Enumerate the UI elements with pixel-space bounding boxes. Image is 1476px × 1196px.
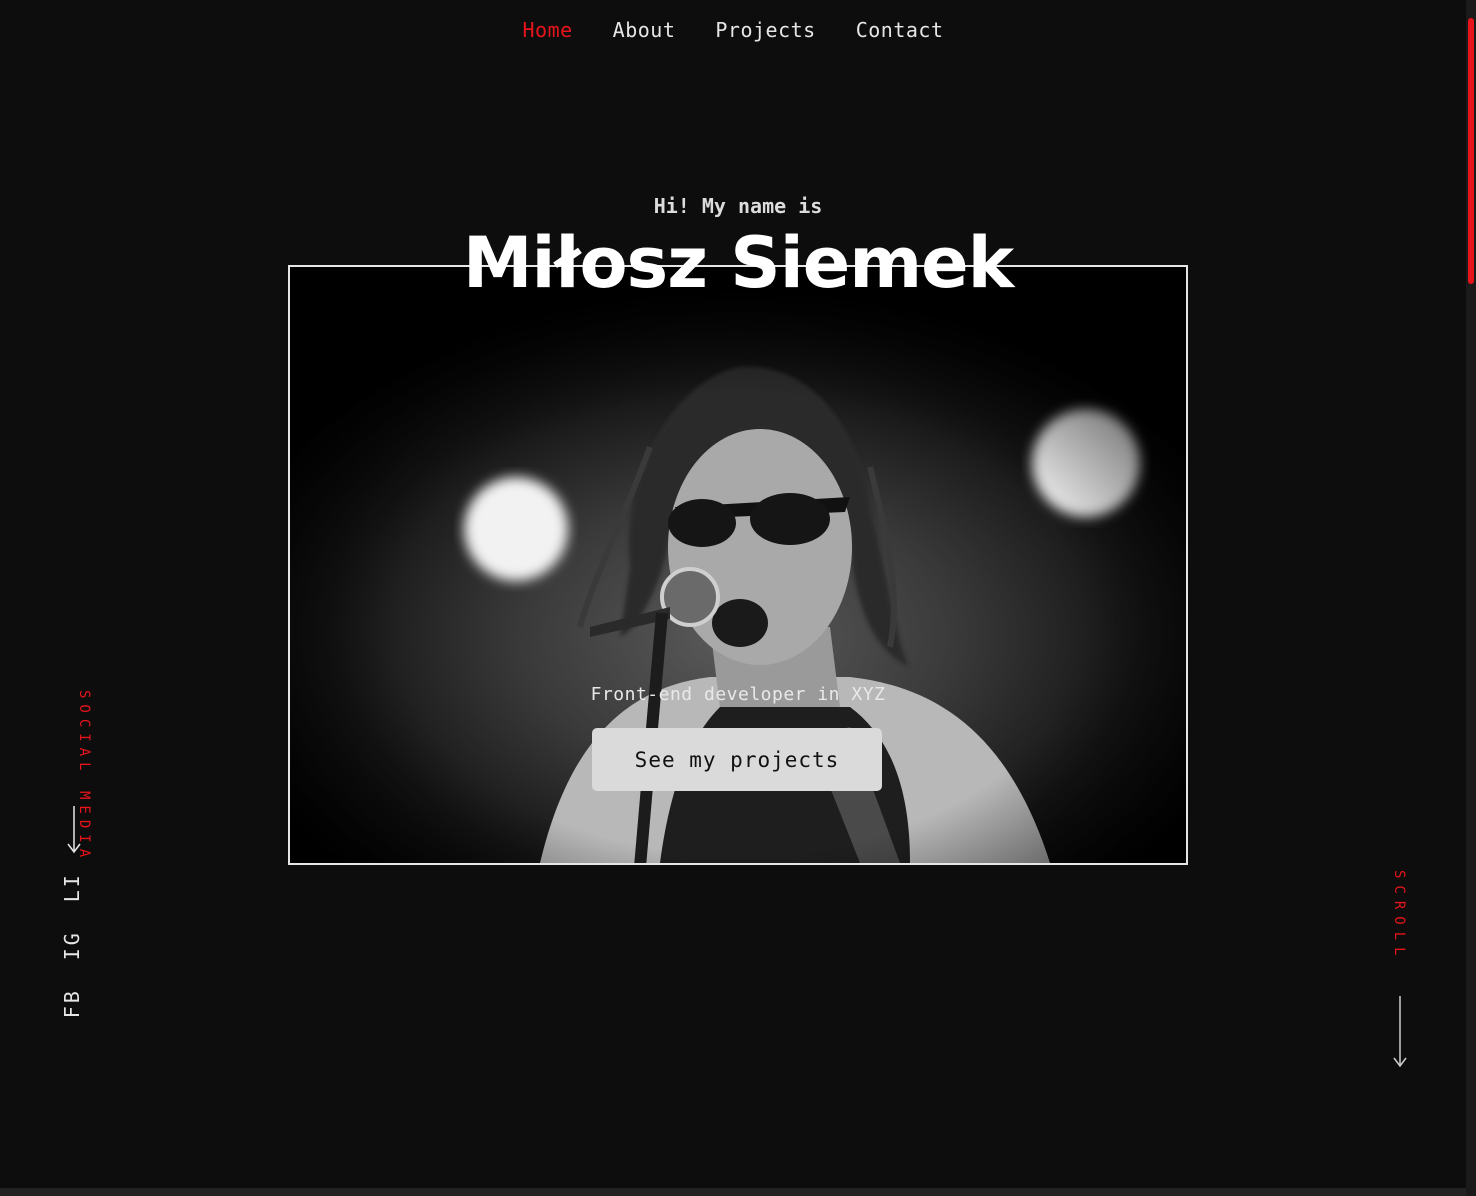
see-projects-button[interactable]: See my projects [592, 728, 882, 791]
nav-home-link[interactable]: Home [522, 18, 572, 42]
social-link-ig[interactable]: IG [60, 930, 84, 960]
hero-greeting: Hi! My name is [653, 194, 823, 218]
social-media-label: SOCIAL MEDIA [76, 690, 92, 864]
hero-name: Miłosz Siemek [462, 222, 1014, 304]
nav-projects-link[interactable]: Projects [715, 18, 815, 42]
scroll-label: SCROLL [1391, 870, 1407, 963]
social-links: FB IG LI [60, 872, 84, 1018]
page: Home About Projects Contact Hi! My name … [0, 0, 1476, 1196]
nav-about-link[interactable]: About [613, 18, 676, 42]
horizontal-scrollbar[interactable] [0, 1188, 1466, 1196]
social-link-li[interactable]: LI [60, 872, 84, 902]
social-link-fb[interactable]: FB [60, 988, 84, 1018]
hero-tagline: Front-end developer in XYZ [590, 684, 886, 705]
scroll-arrow-down-icon[interactable] [1392, 996, 1408, 1068]
main-nav: Home About Projects Contact [0, 18, 1466, 42]
vertical-scrollbar[interactable] [1466, 0, 1476, 1196]
nav-contact-link[interactable]: Contact [856, 18, 944, 42]
